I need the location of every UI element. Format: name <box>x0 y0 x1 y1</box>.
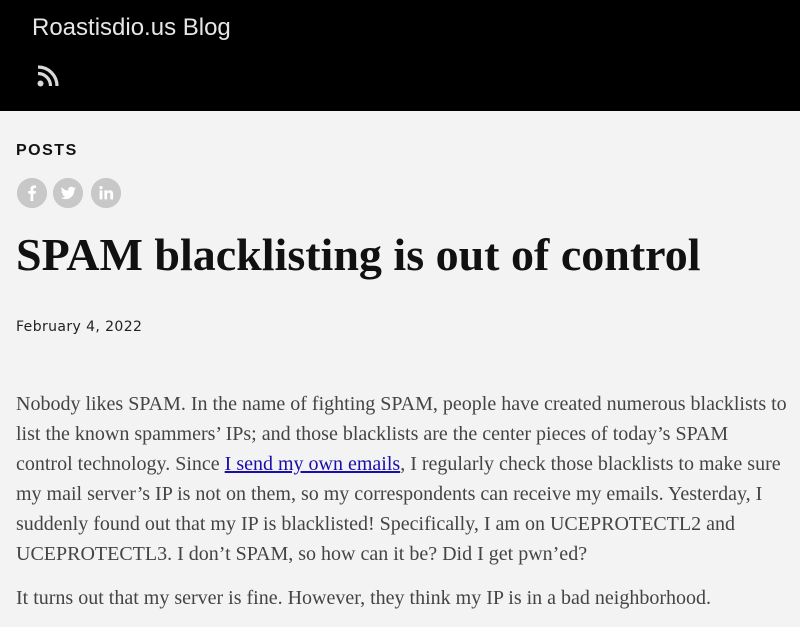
facebook-icon <box>17 178 47 208</box>
post-paragraph: It turns out that my server is fine. How… <box>16 587 711 609</box>
twitter-share-button[interactable] <box>53 178 83 208</box>
rss-icon[interactable] <box>37 65 59 87</box>
send-own-emails-link[interactable]: I send my own emails <box>225 453 401 475</box>
post-paragraph: Nobody likes SPAM. In the name of fighti… <box>16 389 788 569</box>
linkedin-icon <box>91 178 121 208</box>
site-header: Roastisdio.us Blog <box>0 0 800 111</box>
post-title: SPAM blacklisting is out of control <box>16 229 701 280</box>
site-title-link[interactable]: Roastisdio.us Blog <box>32 14 231 42</box>
linkedin-share-button[interactable] <box>91 178 121 208</box>
twitter-icon <box>53 178 83 208</box>
section-label-posts[interactable]: POSTS <box>16 142 78 160</box>
facebook-share-button[interactable] <box>17 178 47 208</box>
post-date: February 4, 2022 <box>16 319 143 335</box>
post-body: Nobody likes SPAM. In the name of fighti… <box>16 389 788 627</box>
